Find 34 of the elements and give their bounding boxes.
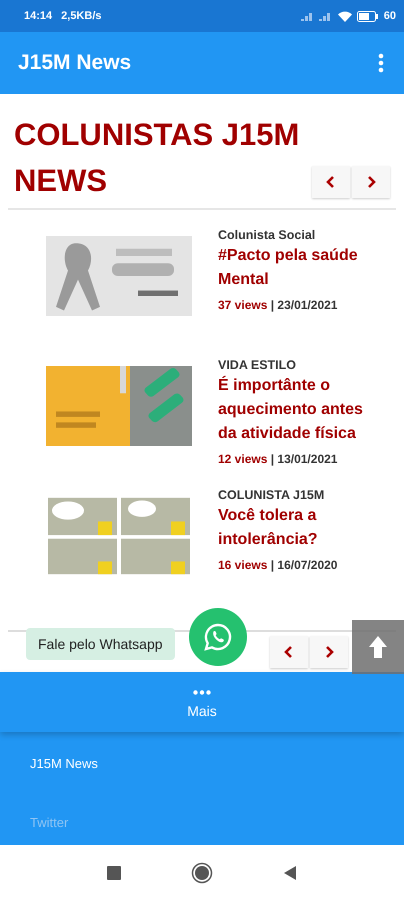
recent-apps-icon[interactable] — [107, 866, 121, 880]
battery-level: 60 — [384, 10, 396, 22]
article-meta: 37 views | 23/01/2021 — [218, 298, 338, 312]
article-title[interactable]: É importânte o aquecimento antes da atividade física — [218, 374, 368, 446]
whatsapp-label[interactable]: Fale pelo Whatsapp — [26, 628, 175, 660]
home-icon[interactable] — [191, 862, 213, 884]
network-speed: 2,5KB/s — [61, 10, 102, 22]
article-title[interactable]: Você tolera a intolerância? — [218, 504, 368, 552]
next-button[interactable] — [310, 636, 348, 668]
more-dots-icon — [193, 690, 211, 695]
article-category: Colunista Social — [218, 228, 316, 242]
chevron-right-icon — [366, 176, 376, 188]
back-icon[interactable] — [283, 864, 297, 880]
section-title: COLUNISTAS J15M NEWS — [14, 116, 300, 200]
wifi-icon — [338, 10, 352, 22]
article-category: COLUNISTA J15M — [218, 488, 326, 502]
article-category: VIDA ESTILO — [218, 358, 298, 372]
signal-icon — [300, 11, 333, 21]
scroll-to-top-button[interactable] — [352, 620, 404, 674]
arrow-up-icon — [368, 635, 388, 659]
chevron-right-icon — [324, 646, 334, 658]
whatsapp-icon — [203, 622, 233, 652]
article-meta: 12 views | 13/01/2021 — [218, 452, 338, 466]
next-button[interactable] — [352, 166, 390, 198]
previous-button[interactable] — [270, 636, 308, 668]
battery-icon — [356, 10, 379, 22]
article-meta: 16 views | 16/07/2020 — [218, 558, 338, 572]
chevron-left-icon — [284, 646, 294, 658]
status-time: 14:14 — [24, 10, 52, 22]
previous-button[interactable] — [312, 166, 350, 198]
more-options-icon[interactable] — [378, 53, 384, 73]
app-title: J15M News — [18, 51, 132, 75]
chevron-left-icon — [326, 176, 336, 188]
article-title[interactable]: #Pacto pela saúde Mental — [218, 244, 368, 292]
